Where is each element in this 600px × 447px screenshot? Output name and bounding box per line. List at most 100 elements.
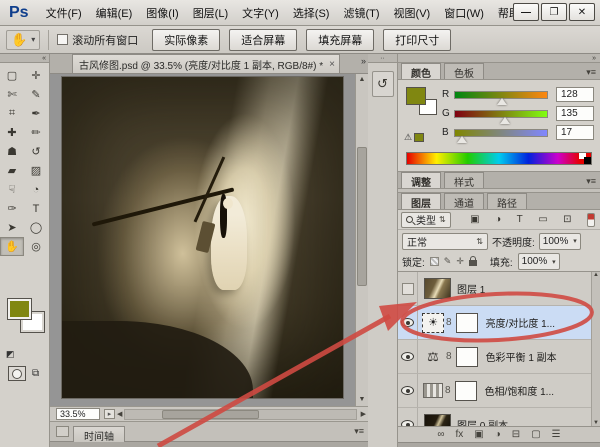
filter-pixel-layers-icon[interactable]: ▣ — [470, 214, 479, 225]
scroll-up-icon[interactable]: ▲ — [356, 74, 368, 86]
menu-item[interactable]: 图像(I) — [139, 6, 185, 22]
tab-swatches[interactable]: 色板 — [444, 63, 484, 79]
red-slider[interactable] — [454, 91, 548, 99]
add-layer-mask-icon[interactable]: ▣ — [474, 429, 483, 440]
tab-overflow-icon[interactable]: » — [361, 56, 366, 66]
tab-paths[interactable]: 路径 — [487, 193, 527, 209]
layer-mask-thumbnail[interactable] — [456, 313, 478, 333]
color-panel-foreground-swatch[interactable] — [406, 87, 426, 105]
zoom-level-field[interactable]: 33.5% — [56, 408, 100, 420]
type-tool[interactable]: T — [24, 199, 48, 218]
timeline-tab[interactable]: 时间轴 — [73, 426, 125, 442]
visibility-toggle-off[interactable] — [402, 283, 414, 295]
dock-collapse[interactable]: ·· — [368, 54, 397, 63]
gamut-color-chip[interactable] — [414, 133, 424, 142]
maximize-button[interactable]: ❐ — [541, 3, 567, 21]
pen-tool[interactable]: ✑ — [0, 199, 24, 218]
tool-panel-collapse[interactable]: « — [0, 54, 49, 63]
close-button[interactable]: ✕ — [569, 3, 595, 21]
new-adjustment-layer-icon[interactable]: ◑ — [495, 429, 501, 440]
layer-thumbnail[interactable] — [424, 278, 451, 299]
view-button[interactable]: 填充屏幕 — [306, 29, 374, 51]
layers-scrollbar[interactable]: ▲▼ — [591, 272, 600, 426]
layer-row-hue-saturation[interactable]: 8 色相/饱和度 1... — [398, 374, 600, 408]
visibility-eye-icon[interactable] — [401, 420, 414, 426]
opacity-combo[interactable]: 100% ▾ — [539, 233, 581, 250]
mask-link-icon[interactable]: 8 — [446, 351, 452, 362]
menu-item[interactable]: 视图(V) — [387, 6, 438, 22]
tab-channels[interactable]: 通道 — [444, 193, 484, 209]
lock-pixels-icon[interactable]: ✎ — [444, 256, 452, 267]
eraser-tool[interactable]: ▰ — [0, 161, 24, 180]
menu-item[interactable]: 窗口(W) — [437, 6, 491, 22]
move-tool[interactable]: ✛ — [24, 66, 48, 85]
new-group-icon[interactable]: ⊟ — [512, 429, 520, 440]
zoom-tool[interactable]: ◎ — [24, 237, 48, 256]
path-selection-tool[interactable]: ➤ — [0, 218, 24, 237]
mask-link-icon[interactable]: 8 — [446, 317, 452, 328]
panel-menu-icon[interactable]: ▾≡ — [586, 67, 596, 78]
filter-toggle-switch[interactable] — [587, 213, 595, 227]
layer-name[interactable]: 图层 0 副本 — [457, 417, 508, 426]
tool-preset-picker[interactable]: ✋ ▾ — [6, 30, 40, 50]
screen-mode-icon[interactable]: ⧉ — [32, 368, 39, 379]
layer-row-color-balance[interactable]: ⚖ 8 色彩平衡 1 副本 — [398, 340, 600, 374]
tab-layers[interactable]: 图层 — [401, 193, 441, 209]
hand-tool[interactable]: ✋ — [0, 237, 24, 256]
quick-mask-button[interactable] — [8, 366, 26, 381]
green-value-field[interactable]: 135 — [556, 106, 594, 121]
layer-row-layer-0-copy[interactable]: 图层 0 副本 — [398, 408, 600, 426]
mask-link-icon[interactable]: 8 — [445, 385, 451, 396]
scroll-down-icon[interactable]: ▼ — [593, 420, 599, 426]
filter-type-dropdown[interactable]: 类型 ⇅ — [401, 212, 451, 228]
tab-adjustments[interactable]: 调整 — [401, 172, 441, 188]
eyedropper-tool[interactable]: ✒ — [24, 104, 48, 123]
blue-slider[interactable] — [454, 129, 548, 137]
layer-name[interactable]: 亮度/对比度 1... — [486, 315, 555, 330]
fill-combo[interactable]: 100% ▾ — [518, 253, 560, 270]
warning-icon[interactable]: ⚠ — [404, 132, 412, 143]
vertical-scroll-thumb[interactable] — [357, 147, 367, 286]
scroll-left-icon[interactable]: ◀ — [117, 410, 122, 418]
menu-item[interactable]: 图层(L) — [186, 6, 235, 22]
filter-smart-objects-icon[interactable]: ⊡ — [563, 214, 571, 225]
brush-tool[interactable]: ✏ — [24, 123, 48, 142]
quick-selection-tool[interactable]: ✎ — [24, 85, 48, 104]
menu-item[interactable]: 选择(S) — [286, 6, 337, 22]
layer-row-brightness-contrast[interactable]: ☀ 8 亮度/对比度 1... — [398, 306, 600, 340]
panel-collapse-chevrons[interactable]: » — [398, 54, 600, 63]
lock-position-icon[interactable]: ✛ — [456, 256, 464, 267]
new-layer-icon[interactable]: ▢ — [531, 429, 540, 440]
lock-transparency-icon[interactable] — [430, 257, 439, 266]
brightness-contrast-icon[interactable]: ☀ — [422, 313, 444, 333]
document-tab[interactable]: 古风修图.psd @ 33.5% (亮度/对比度 1 副本, RGB/8#) *… — [72, 54, 340, 73]
visibility-eye-icon[interactable] — [401, 352, 414, 361]
filter-shape-layers-icon[interactable]: ▭ — [538, 214, 547, 225]
history-brush-tool[interactable]: ↺ — [24, 142, 48, 161]
visibility-eye-icon[interactable] — [401, 318, 414, 327]
blend-mode-dropdown[interactable]: 正常 ⇅ — [402, 233, 488, 250]
layer-name[interactable]: 图层 1 — [457, 281, 485, 296]
gradient-tool[interactable]: ▨ — [24, 161, 48, 180]
ellipse-tool[interactable]: ◯ — [24, 218, 48, 237]
minimize-button[interactable]: — — [513, 3, 539, 21]
scroll-all-windows-checkbox[interactable] — [57, 34, 68, 45]
view-button[interactable]: 适合屏幕 — [229, 29, 297, 51]
default-colors-icon[interactable]: ◩ — [6, 349, 15, 360]
blue-value-field[interactable]: 17 — [556, 125, 594, 140]
tab-color[interactable]: 颜色 — [401, 63, 441, 79]
scroll-right-icon[interactable]: ▶ — [361, 410, 366, 418]
layer-row-layer-1[interactable]: 图层 1 — [398, 272, 600, 306]
doc-info-icon[interactable]: ▸ — [104, 409, 115, 419]
history-panel-icon[interactable]: ↺ — [372, 71, 394, 97]
green-slider[interactable] — [454, 110, 548, 118]
clone-stamp-tool[interactable]: ☗ — [0, 142, 24, 161]
filter-adjustment-layers-icon[interactable]: ◑ — [495, 214, 501, 225]
timeline-menu-icon[interactable]: ▾≡ — [354, 426, 364, 437]
red-value-field[interactable]: 128 — [556, 87, 594, 102]
rectangular-marquee-tool[interactable]: ▢ — [0, 66, 24, 85]
menu-item[interactable]: 文件(F) — [39, 6, 89, 22]
dodge-tool[interactable]: ◔ — [24, 180, 48, 199]
menu-item[interactable]: 文字(Y) — [235, 6, 286, 22]
canvas[interactable]: ▲ ▼ — [50, 74, 368, 406]
